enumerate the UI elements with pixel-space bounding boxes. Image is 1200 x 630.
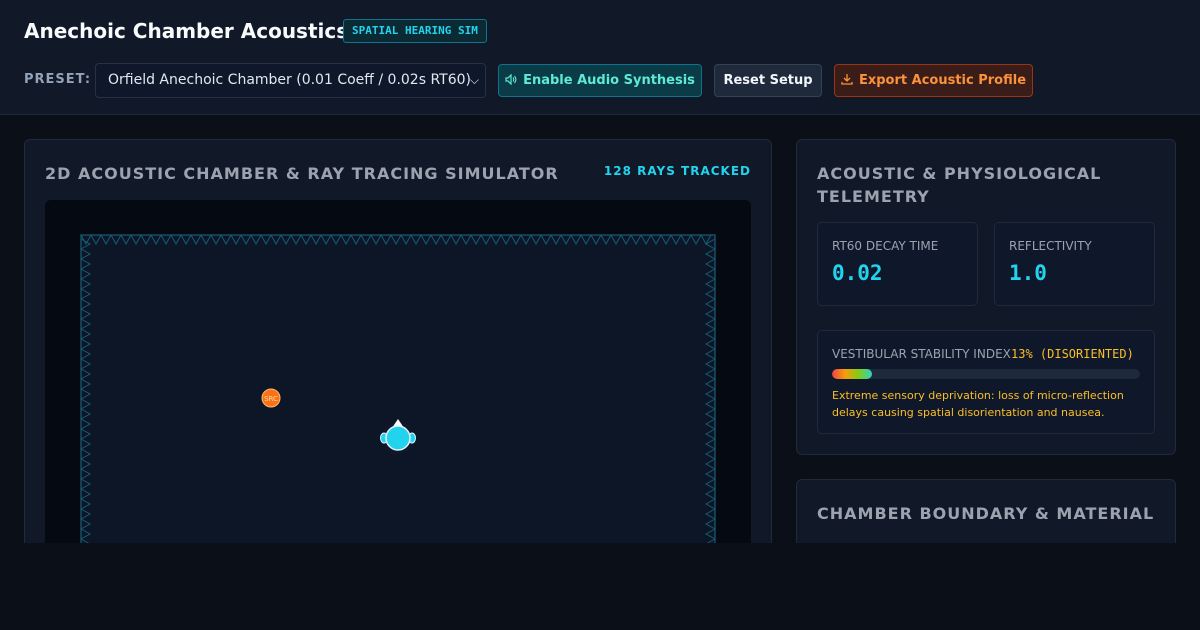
listener-head-circle <box>385 425 411 451</box>
rays-tracked-count: 128 RAYS TRACKED <box>603 164 751 178</box>
enable-audio-label: Enable Audio Synthesis <box>523 73 695 88</box>
source-label: SRC <box>264 395 278 403</box>
chevron-down-icon: ⌵ <box>469 73 479 87</box>
speaker-icon <box>505 65 517 96</box>
export-profile-button[interactable]: Export Acoustic Profile <box>834 64 1033 97</box>
top-bar: Anechoic Chamber Acoustics SPATIAL HEARI… <box>0 0 1200 115</box>
export-profile-label: Export Acoustic Profile <box>858 73 1027 88</box>
app-title: Anechoic Chamber Acoustics <box>24 19 349 43</box>
reflectivity-card: REFLECTIVITY 1.0 <box>994 222 1155 306</box>
vestibular-label: VESTIBULAR STABILITY INDEX <box>832 347 1011 361</box>
vestibular-meter-fill <box>832 369 873 379</box>
rt60-card: RT60 DECAY TIME 0.02 <box>817 222 978 306</box>
chamber-canvas[interactable]: SRC <box>45 200 751 560</box>
chamber-room <box>80 234 716 560</box>
mode-badge: SPATIAL HEARING SIM <box>343 19 487 43</box>
vestibular-card: VESTIBULAR STABILITY INDEX 13% (DISORIEN… <box>817 330 1155 434</box>
reset-setup-button[interactable]: Reset Setup <box>714 64 822 97</box>
chamber-svg: SRC <box>80 234 716 560</box>
sound-source[interactable]: SRC <box>261 388 281 408</box>
telemetry-title: ACOUSTIC & PHYSIOLOGICAL TELEMETRY <box>817 164 1102 206</box>
simulator-panel: 2D ACOUSTIC CHAMBER & RAY TRACING SIMULA… <box>24 139 772 560</box>
preset-select[interactable]: Orfield Anechoic Chamber (0.01 Coeff / 0… <box>95 63 486 98</box>
simulator-title: 2D ACOUSTIC CHAMBER & RAY TRACING SIMULA… <box>45 164 559 183</box>
rt60-value: 0.02 <box>832 261 883 285</box>
download-icon <box>841 65 853 96</box>
reflectivity-value: 1.0 <box>1009 261 1047 285</box>
enable-audio-button[interactable]: Enable Audio Synthesis <box>498 64 702 97</box>
telemetry-panel: ACOUSTIC & PHYSIOLOGICAL TELEMETRY RT60 … <box>796 139 1176 455</box>
vestibular-meter <box>832 369 1140 379</box>
boundary-title: CHAMBER BOUNDARY & MATERIAL <box>817 504 1155 523</box>
rt60-label: RT60 DECAY TIME <box>832 239 939 253</box>
reflectivity-label: REFLECTIVITY <box>1009 239 1092 253</box>
preset-select-value: Orfield Anechoic Chamber (0.01 Coeff / 0… <box>108 72 471 88</box>
vestibular-status: 13% (DISORIENTED) <box>1011 347 1134 361</box>
vestibular-note: Extreme sensory deprivation: loss of mic… <box>832 389 1124 419</box>
preset-label: PRESET: <box>24 72 92 87</box>
page-bottom <box>0 543 1200 630</box>
